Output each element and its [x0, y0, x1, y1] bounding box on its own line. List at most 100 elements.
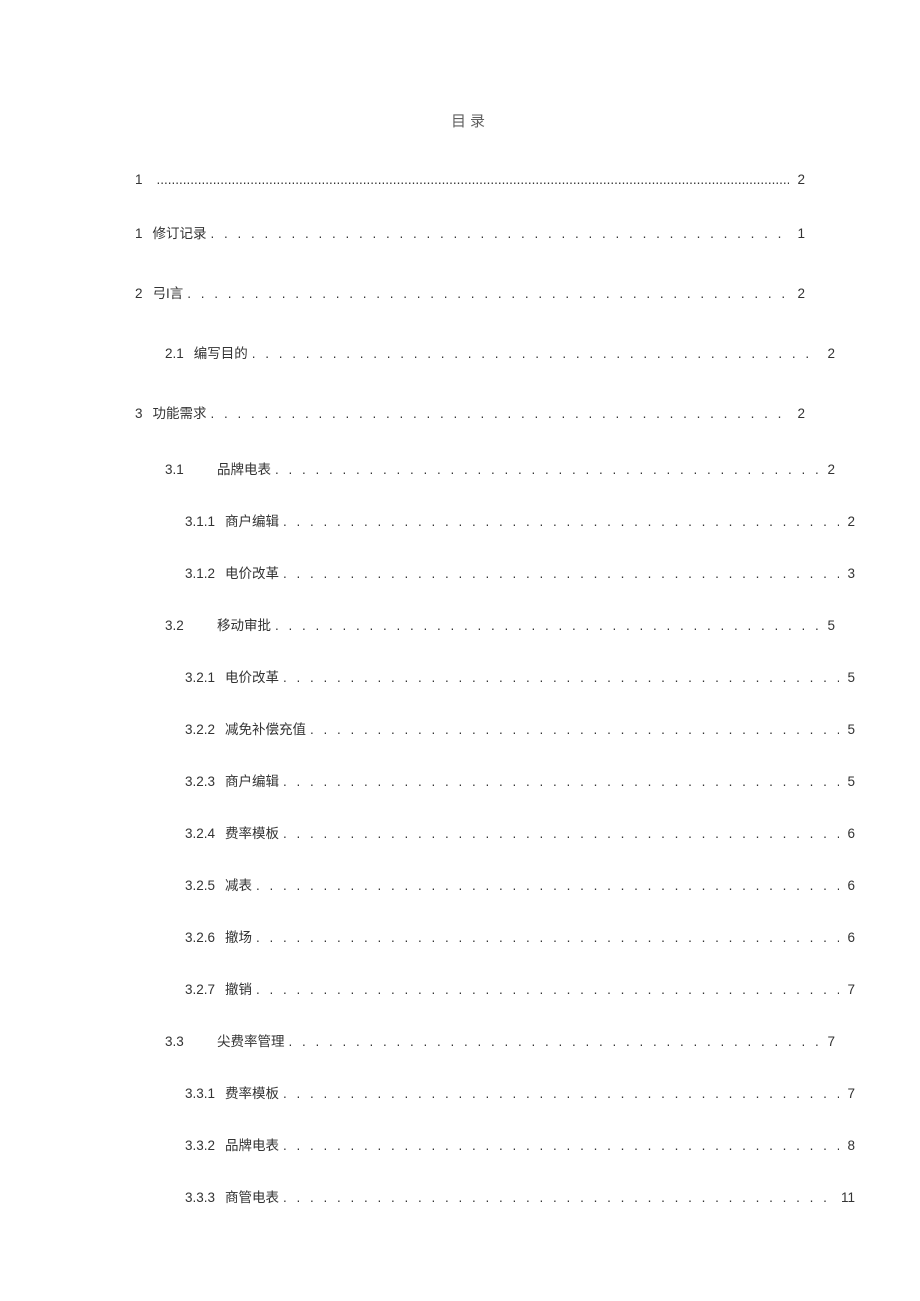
toc-entry-text: 移动审批: [217, 615, 271, 637]
toc-entry-num: 1: [135, 223, 153, 245]
toc-entry-num: 3.3.3: [185, 1187, 225, 1209]
toc-leader: . . . . . . . . . . . . . . . . . . . . …: [283, 1135, 839, 1157]
toc-entry-text: 费率模板: [225, 823, 279, 845]
toc-entry-page: 2: [823, 459, 835, 481]
toc-entry-page: 8: [843, 1135, 855, 1157]
toc-entry-page: 5: [843, 719, 855, 741]
toc-entry-page: 11: [837, 1187, 855, 1209]
toc-leader: . . . . . . . . . . . . . . . . . . . . …: [256, 927, 839, 949]
toc-entry-page: 2: [843, 511, 855, 533]
toc-entry-num: 3.2.3: [185, 771, 225, 793]
toc-entry-text: 商户编辑: [225, 511, 279, 533]
toc-entry: 3.2.2 减免补偿充值 . . . . . . . . . . . . . .…: [135, 704, 855, 756]
toc-entry: 3.2.7 撤销 . . . . . . . . . . . . . . . .…: [135, 964, 855, 1016]
toc-entry: 3.1 品牌电表 . . . . . . . . . . . . . . . .…: [135, 444, 835, 496]
toc-entry: 3.3.2 品牌电表 . . . . . . . . . . . . . . .…: [135, 1120, 855, 1172]
toc-entry: 2.1 编写目的 . . . . . . . . . . . . . . . .…: [135, 324, 835, 384]
toc-entry-page: 5: [843, 771, 855, 793]
toc-entry-num: 3.3: [165, 1031, 217, 1053]
toc-entry-text: 减免补偿充值: [225, 719, 306, 741]
toc-entry-num: 2.1: [165, 343, 194, 365]
toc-entry-page: 2: [793, 283, 805, 305]
toc-entry-num: 3.1.1: [185, 511, 225, 533]
toc-entry-page: 6: [843, 927, 855, 949]
toc-entry-num: 3.2.1: [185, 667, 225, 689]
toc-entry-text: 修订记录: [153, 223, 207, 245]
toc-entry: 3.2.6 撤场 . . . . . . . . . . . . . . . .…: [135, 912, 855, 964]
toc-entry: 3.3.3 商管电表 . . . . . . . . . . . . . . .…: [135, 1172, 855, 1224]
toc-entry-num: 1: [135, 169, 153, 191]
toc-entry-page: 5: [823, 615, 835, 637]
toc-leader: . . . . . . . . . . . . . . . . . . . . …: [275, 615, 819, 637]
toc-entry-page: 7: [843, 1083, 855, 1105]
toc-entry-num: 3.2.4: [185, 823, 225, 845]
toc-entry-page: 5: [843, 667, 855, 689]
toc-entry-num: 3.3.2: [185, 1135, 225, 1157]
toc-leader: . . . . . . . . . . . . . . . . . . . . …: [211, 223, 790, 245]
toc-leader: . . . . . . . . . . . . . . . . . . . . …: [256, 875, 839, 897]
toc-entry-page: 1: [793, 223, 805, 245]
toc-leader: . . . . . . . . . . . . . . . . . . . . …: [283, 1083, 839, 1105]
toc-entry-page: 7: [843, 979, 855, 1001]
toc-entry-page: 3: [843, 563, 855, 585]
toc-entry-page: 2: [823, 343, 835, 365]
toc-entry: 3.1.2 电价改革 . . . . . . . . . . . . . . .…: [135, 548, 855, 600]
toc-leader: . . . . . . . . . . . . . . . . . . . . …: [310, 719, 839, 741]
toc-entry-num: 3.2.5: [185, 875, 225, 897]
toc-entry-page: 6: [843, 875, 855, 897]
toc-leader: . . . . . . . . . . . . . . . . . . . . …: [283, 511, 839, 533]
toc-entry-page: 2: [793, 169, 805, 191]
toc-entry: 1 修订记录 . . . . . . . . . . . . . . . . .…: [135, 204, 805, 264]
toc-entry-text: 电价改革: [225, 667, 279, 689]
toc-entry-text: 减表: [225, 875, 252, 897]
toc-leader: . . . . . . . . . . . . . . . . . . . . …: [187, 283, 789, 305]
toc-leader: ........................................…: [157, 169, 790, 191]
toc-leader: . . . . . . . . . . . . . . . . . . . . …: [256, 979, 839, 1001]
toc-entry-page: 7: [823, 1031, 835, 1053]
toc-entry: 3.2.4 费率模板 . . . . . . . . . . . . . . .…: [135, 808, 855, 860]
toc-entry-num: 3.2.2: [185, 719, 225, 741]
toc-entry-num: 3: [135, 403, 153, 425]
toc-entry-text: 编写目的: [194, 343, 248, 365]
toc-entry-text: 费率模板: [225, 1083, 279, 1105]
toc-entry: 3.2.3 商户编辑 . . . . . . . . . . . . . . .…: [135, 756, 855, 808]
toc-leader: . . . . . . . . . . . . . . . . . . . . …: [211, 403, 790, 425]
toc-entry-text: 尖费率管理: [217, 1031, 285, 1053]
toc-leader: . . . . . . . . . . . . . . . . . . . . …: [283, 823, 839, 845]
toc-entry: 3 功能需求 . . . . . . . . . . . . . . . . .…: [135, 384, 805, 444]
document-page: 目录 1 ...................................…: [0, 0, 920, 1301]
toc-entry: 3.2 移动审批 . . . . . . . . . . . . . . . .…: [135, 600, 835, 652]
toc-entry-text: 品牌电表: [217, 459, 271, 481]
toc-entry-text: 撤场: [225, 927, 252, 949]
toc-entry-text: 品牌电表: [225, 1135, 279, 1157]
toc-entry-num: 3.2: [165, 615, 217, 637]
toc-entry-num: 2: [135, 283, 153, 305]
toc-leader: . . . . . . . . . . . . . . . . . . . . …: [275, 459, 819, 481]
toc-entry-num: 3.2.6: [185, 927, 225, 949]
toc-title: 目录: [135, 110, 805, 134]
toc-leader: . . . . . . . . . . . . . . . . . . . . …: [283, 1187, 833, 1209]
toc-leader: . . . . . . . . . . . . . . . . . . . . …: [252, 343, 820, 365]
toc-entry: 3.3.1 费率模板 . . . . . . . . . . . . . . .…: [135, 1068, 855, 1120]
toc-leader: . . . . . . . . . . . . . . . . . . . . …: [283, 667, 839, 689]
toc-entry: 3.1.1 商户编辑 . . . . . . . . . . . . . . .…: [135, 496, 855, 548]
toc-entry-text: 电价改革: [225, 563, 279, 585]
toc-entry-text: 功能需求: [153, 403, 207, 425]
toc-entry-page: 2: [793, 403, 805, 425]
toc-entry: 3.2.5 减表 . . . . . . . . . . . . . . . .…: [135, 860, 855, 912]
toc-entry: 3.3 尖费率管理 . . . . . . . . . . . . . . . …: [135, 1016, 835, 1068]
toc-entry: 3.2.1 电价改革 . . . . . . . . . . . . . . .…: [135, 652, 855, 704]
toc-entry: 1 ......................................…: [135, 156, 805, 204]
toc-entry-text: 撤销: [225, 979, 252, 1001]
toc-entry-num: 3.1: [165, 459, 217, 481]
toc-leader: . . . . . . . . . . . . . . . . . . . . …: [289, 1031, 820, 1053]
toc-entry-page: 6: [843, 823, 855, 845]
toc-leader: . . . . . . . . . . . . . . . . . . . . …: [283, 771, 839, 793]
toc-leader: . . . . . . . . . . . . . . . . . . . . …: [283, 563, 839, 585]
toc-entry-num: 3.3.1: [185, 1083, 225, 1105]
toc-entry-text: 弓I言: [153, 283, 184, 305]
toc-entry-text: 商户编辑: [225, 771, 279, 793]
toc-entry-num: 3.1.2: [185, 563, 225, 585]
toc-entry-text: 商管电表: [225, 1187, 279, 1209]
toc-entry-num: 3.2.7: [185, 979, 225, 1001]
